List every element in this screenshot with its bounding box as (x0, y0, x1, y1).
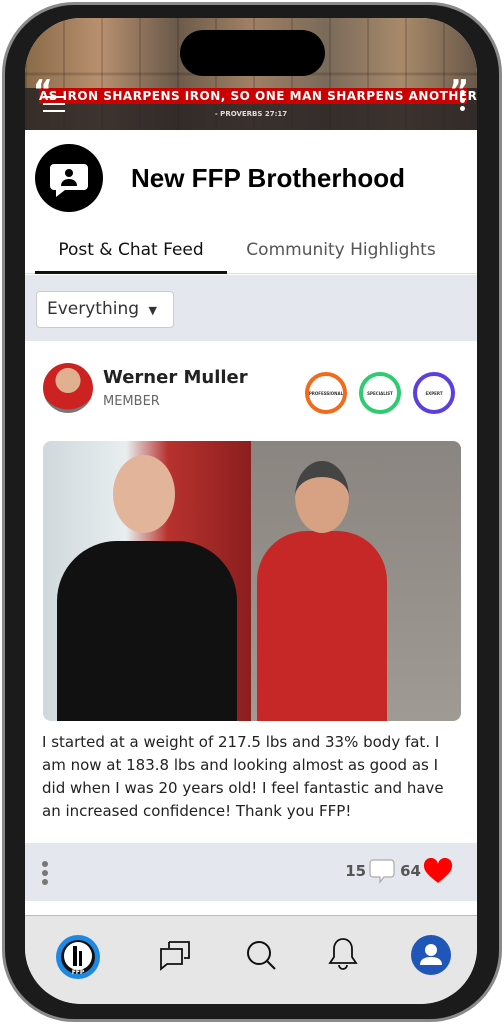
chat-icon[interactable] (158, 940, 192, 976)
comment-count: 15 (345, 862, 367, 880)
tab-post-chat-feed[interactable]: Post & Chat Feed (35, 236, 227, 274)
badge-professional: PROFESSIONAL (305, 372, 347, 414)
badge-expert: EXPERT (413, 372, 455, 414)
post-text: I started at a weight of 217.5 lbs and 3… (42, 733, 444, 820)
svg-text:FFP: FFP (72, 969, 85, 976)
tab-community-highlights[interactable]: Community Highlights (241, 236, 441, 274)
bell-icon[interactable] (327, 936, 359, 976)
group-header: New FFP Brotherhood (35, 144, 405, 212)
post-footer: 15 64 (25, 843, 477, 901)
group-title: New FFP Brotherhood (131, 162, 405, 193)
feed-tabs: Post & Chat Feed Community Highlights (25, 236, 477, 274)
comment-icon[interactable] (368, 858, 396, 884)
banner-quote: AS IRON SHARPENS IRON, SO ONE MAN SHARPE… (39, 88, 477, 104)
app-screen: AS IRON SHARPENS IRON, SO ONE MAN SHARPE… (25, 18, 477, 1004)
author-avatar[interactable] (43, 363, 93, 413)
caret-down-icon: ▼ (148, 304, 157, 317)
group-logo (35, 144, 103, 212)
post-card: Werner Muller MEMBER PROFESSIONAL SPECIA… (25, 341, 477, 916)
nav-home-logo[interactable]: FFP (55, 934, 101, 984)
like-count: 64 (400, 862, 421, 880)
badge-specialist: SPECIALIST (359, 372, 401, 414)
author-role: MEMBER (103, 394, 160, 409)
post-options-icon[interactable] (42, 861, 48, 888)
profile-icon[interactable] (411, 935, 451, 979)
heart-icon[interactable] (423, 858, 453, 884)
hamburger-menu-icon[interactable] (43, 96, 65, 117)
banner-verse: - PROVERBS 27:17 (214, 110, 288, 118)
after-photo (251, 441, 461, 721)
filter-dropdown[interactable]: Everything ▼ (36, 291, 174, 328)
more-options-icon[interactable] (460, 90, 465, 114)
filter-bar: Everything ▼ (25, 275, 477, 341)
dynamic-island (180, 30, 325, 76)
before-photo (43, 441, 251, 721)
bottom-nav: FFP (25, 915, 477, 1004)
post-image[interactable] (43, 441, 461, 721)
author-name[interactable]: Werner Muller (103, 367, 248, 388)
search-icon[interactable] (246, 940, 278, 976)
filter-selected: Everything (47, 299, 140, 319)
